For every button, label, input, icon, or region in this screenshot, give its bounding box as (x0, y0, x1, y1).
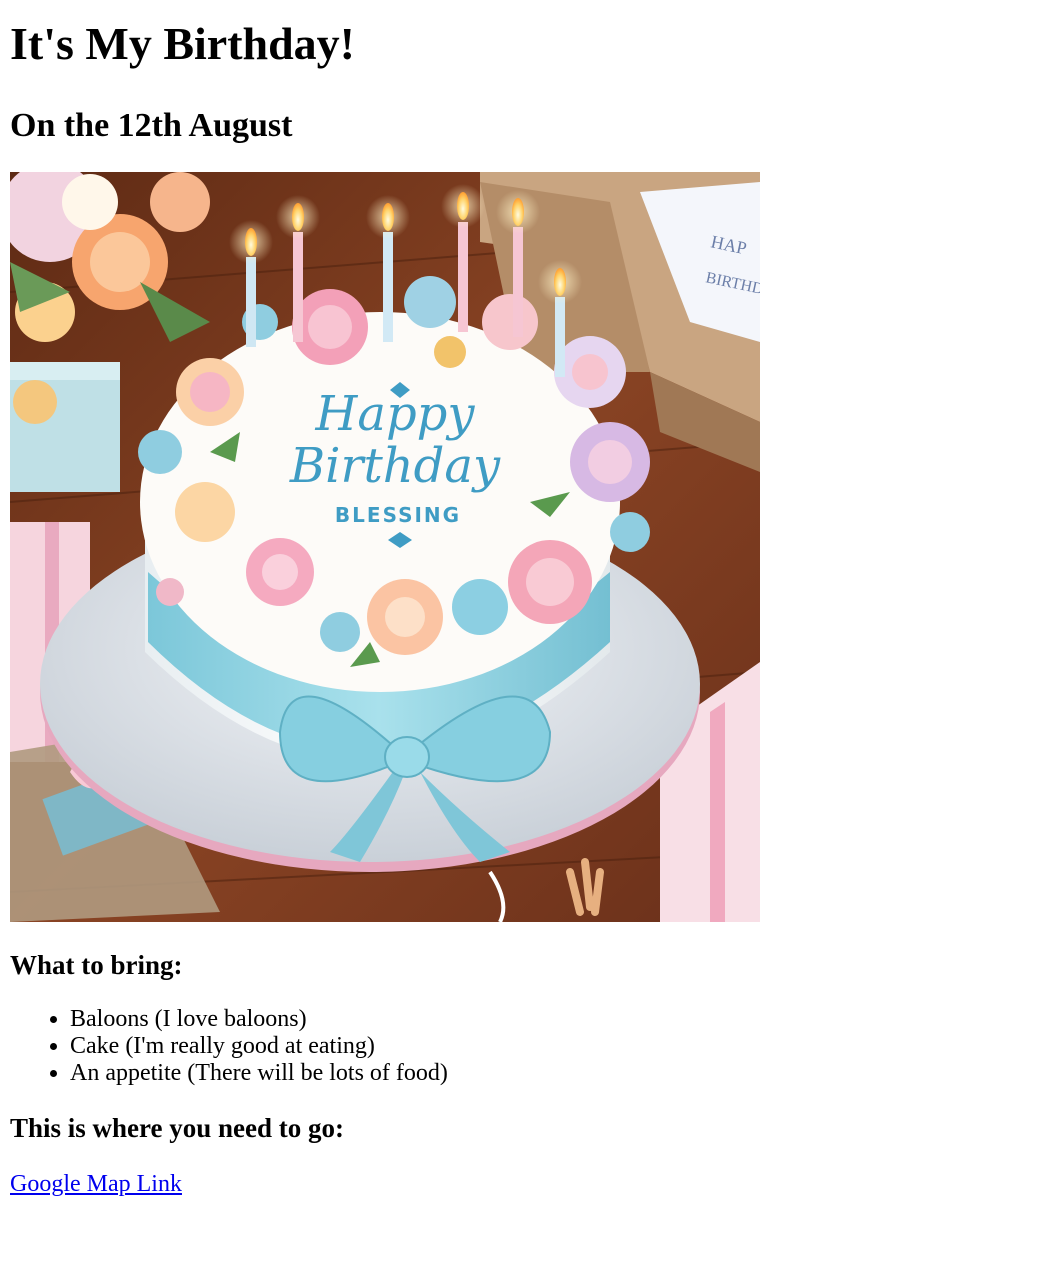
bring-list: Baloons (I love baloons) Cake (I'm reall… (10, 1006, 1047, 1087)
blue-box-left (10, 362, 120, 492)
cake-text-name: BLESSING (335, 503, 461, 527)
cake-text-happy: Happy (314, 386, 475, 442)
page-title: It's My Birthday! (10, 18, 355, 69)
location-heading: This is where you need to go: (10, 1113, 345, 1143)
list-item: An appetite (There will be lots of food) (70, 1060, 1047, 1087)
list-item: Cake (I'm really good at eating) (70, 1033, 1047, 1060)
birthday-cake-image: HAP BIRTHD Happy Birthday BLESSING (10, 172, 760, 922)
bring-heading: What to bring: (10, 950, 183, 980)
list-item: Baloons (I love baloons) (70, 1006, 1047, 1033)
cake-illustration: HAP BIRTHD Happy Birthday BLESSING (10, 172, 760, 922)
google-map-link[interactable]: Google Map Link (10, 1169, 182, 1199)
page-subtitle: On the 12th August (10, 107, 293, 144)
page-content: It's My Birthday! On the 12th August HAP… (0, 0, 1057, 1207)
page: { "page": { "title": "It's My Birthday!"… (0, 0, 1057, 1270)
cake-text-birthday: Birthday (289, 438, 501, 494)
